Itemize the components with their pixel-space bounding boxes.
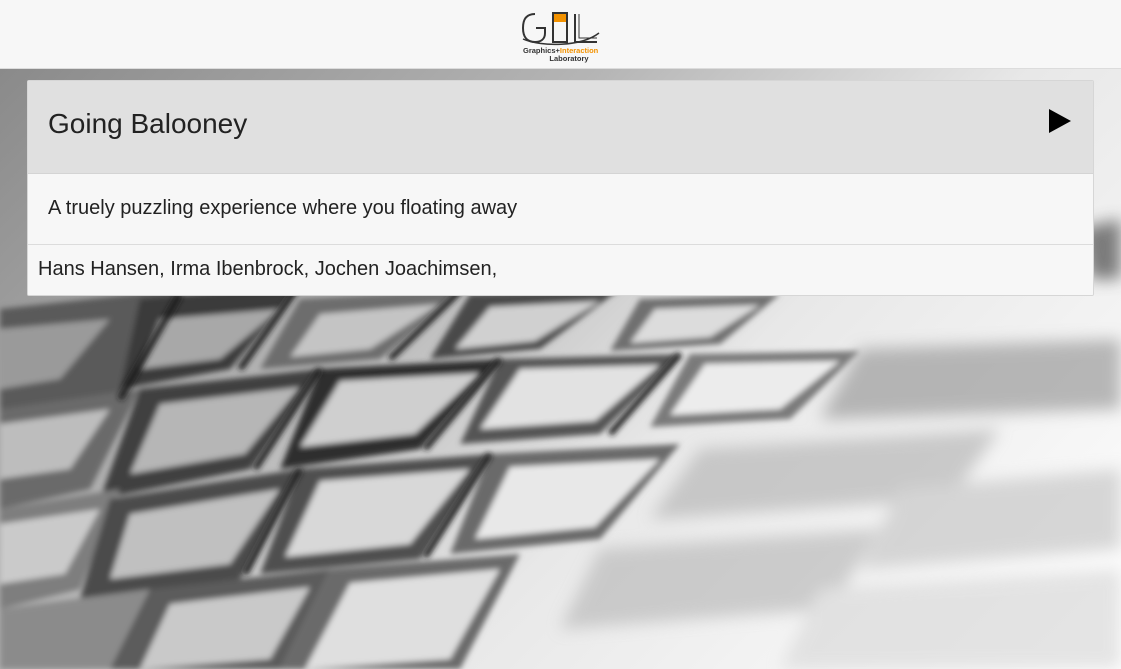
card-authors: Hans Hansen, Irma Ibenbrock, Jochen Joac… (38, 258, 498, 280)
top-bar: Graphics+Interaction Laboratory (0, 0, 1121, 69)
logo-text: Graphics+Interaction Laboratory (523, 46, 599, 63)
game-card: Going Balooney A truely puzzling experie… (27, 80, 1094, 296)
card-description: A truely puzzling experience where you f… (48, 197, 518, 219)
gil-logo-icon[interactable]: Graphics+Interaction Laboratory (521, 11, 601, 64)
card-footer: Hans Hansen, Irma Ibenbrock, Jochen Joac… (28, 245, 1093, 295)
card-header: Going Balooney (28, 81, 1093, 174)
card-title: Going Balooney (48, 108, 248, 139)
play-button[interactable] (1047, 107, 1073, 135)
play-icon (1049, 109, 1071, 133)
card-body: A truely puzzling experience where you f… (28, 174, 1093, 245)
